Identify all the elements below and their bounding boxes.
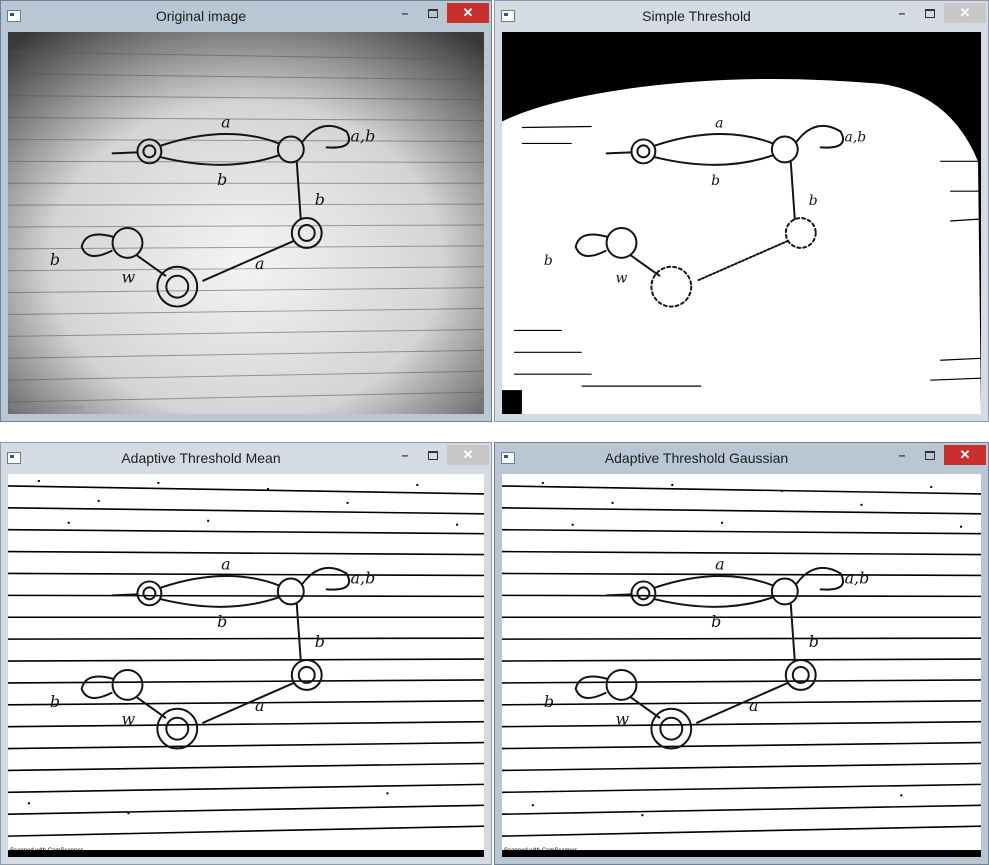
- maximize-button[interactable]: [421, 3, 445, 23]
- label-w-edge: w: [122, 268, 136, 287]
- scanner-watermark: Scanned with CamScanner: [10, 848, 83, 854]
- label-b-bottom: b: [711, 612, 721, 631]
- image-canvas: a a,b b b a b w Scanned with CamScanner: [502, 474, 981, 857]
- image-canvas: a a,b b b a b w Scanned with CamScanner: [8, 474, 484, 857]
- label-ab-loop: a,b: [845, 129, 867, 145]
- window-simple-threshold: Simple Threshold – ✕ a a,b b b b w: [494, 0, 989, 422]
- titlebar[interactable]: Simple Threshold – ✕: [495, 1, 988, 32]
- window-title: Adaptive Threshold Mean: [121, 450, 281, 466]
- maximize-icon: [925, 9, 935, 19]
- label-a-diag: a: [255, 254, 264, 273]
- label-b-right: b: [809, 193, 818, 209]
- label-w-loop: b: [50, 250, 60, 269]
- titlebar[interactable]: Original image – ✕: [1, 1, 491, 32]
- minimize-button[interactable]: –: [393, 3, 417, 23]
- label-b-bottom: b: [217, 612, 227, 631]
- label-b-bottom: b: [711, 173, 720, 189]
- app-icon[interactable]: [501, 10, 515, 22]
- label-ab-loop: a,b: [351, 126, 376, 145]
- label-ab-loop: a,b: [845, 568, 870, 587]
- titlebar[interactable]: Adaptive Threshold Mean – ✕: [1, 443, 491, 474]
- close-button[interactable]: ✕: [447, 3, 489, 23]
- label-b-right: b: [315, 190, 325, 209]
- window-title: Original image: [155, 8, 247, 24]
- minimize-button[interactable]: –: [890, 445, 914, 465]
- close-button[interactable]: ✕: [944, 445, 986, 465]
- scanner-watermark: Scanned with CamScanner: [504, 848, 577, 854]
- maximize-icon: [925, 451, 935, 461]
- maximize-icon: [428, 451, 438, 461]
- minimize-button[interactable]: –: [393, 445, 417, 465]
- window-title: Adaptive Threshold Gaussian: [604, 450, 789, 466]
- close-button[interactable]: ✕: [944, 3, 986, 23]
- window-original: Original image – ✕ a a,b b b a b w Scann…: [0, 0, 492, 422]
- adaptive-mean-image: a a,b b b a b w: [8, 474, 484, 857]
- image-canvas: a a,b b b b w: [502, 32, 981, 414]
- simple-threshold-image: a a,b b b b w: [502, 32, 981, 414]
- label-w-loop: b: [50, 692, 60, 711]
- titlebar[interactable]: Adaptive Threshold Gaussian – ✕: [495, 443, 988, 474]
- label-b-right: b: [315, 632, 325, 651]
- window-title: Simple Threshold: [642, 8, 751, 24]
- window-adaptive-mean: Adaptive Threshold Mean – ✕ a a,b b b a …: [0, 442, 492, 865]
- label-b-bottom: b: [217, 170, 227, 189]
- maximize-button[interactable]: [918, 445, 942, 465]
- scanner-watermark: Scanned with CamScanner: [10, 405, 83, 411]
- window-adaptive-gaussian: Adaptive Threshold Gaussian – ✕ a a,b b …: [494, 442, 989, 865]
- maximize-icon: [428, 9, 438, 19]
- adaptive-gaussian-image: a a,b b b a b w: [502, 474, 981, 857]
- original-image: a a,b b b a b w: [8, 32, 484, 414]
- label-ab-loop: a,b: [351, 568, 376, 587]
- app-icon[interactable]: [7, 452, 21, 464]
- close-button[interactable]: ✕: [447, 445, 489, 465]
- label-w-edge: w: [122, 710, 136, 729]
- label-a-top: a: [715, 555, 724, 574]
- label-a-top: a: [715, 116, 723, 132]
- app-icon[interactable]: [7, 10, 21, 22]
- label-w-loop: b: [544, 692, 554, 711]
- label-a-top: a: [221, 555, 230, 574]
- maximize-button[interactable]: [918, 3, 942, 23]
- label-w-edge: w: [616, 271, 628, 287]
- label-b-right: b: [809, 632, 819, 651]
- label-a-top: a: [221, 113, 230, 132]
- label-w-loop: b: [544, 253, 553, 269]
- label-w-edge: w: [616, 710, 630, 729]
- label-a-diag: a: [255, 696, 264, 715]
- maximize-button[interactable]: [421, 445, 445, 465]
- label-a-diag: a: [749, 696, 758, 715]
- image-canvas: a a,b b b a b w Scanned with CamScanner: [8, 32, 484, 414]
- minimize-button[interactable]: –: [890, 3, 914, 23]
- app-icon[interactable]: [501, 452, 515, 464]
